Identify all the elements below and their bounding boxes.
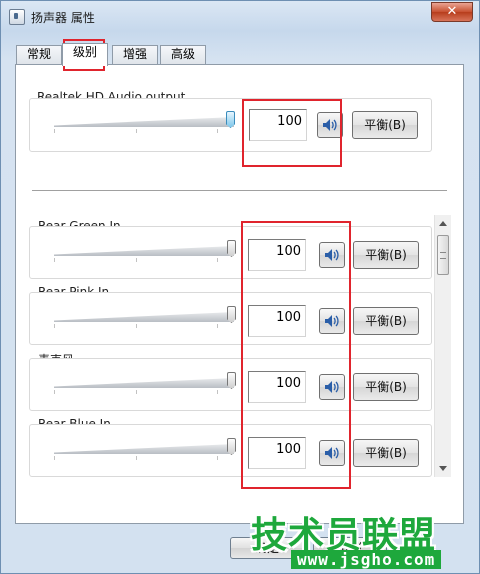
device-volume-slider[interactable] [54,306,236,332]
tab-advanced[interactable]: 高级 [160,45,206,64]
speaker-properties-icon [9,9,25,25]
levels-panel: Realtek HD Audio output 100 平衡(B) Rear G… [15,64,464,524]
highlight-box-devices [241,221,351,489]
watermark-url: www.jsgho.com [291,550,442,569]
scroll-thumb[interactable] [437,235,449,275]
device-volume-slider[interactable] [54,438,236,464]
master-level-group: 100 平衡(B) [29,98,432,152]
highlight-box-master [242,99,342,167]
device-list-scrollbar[interactable] [434,215,451,477]
device-balance-button[interactable]: 平衡(B) [353,439,419,467]
close-icon: ✕ [446,4,458,19]
device-balance-button[interactable]: 平衡(B) [353,373,419,401]
close-button[interactable]: ✕ [431,2,473,22]
speaker-properties-window: 扬声器 属性 ✕ 常规 级别 增强 高级 Realtek HD Audio ou… [0,0,480,574]
title-bar[interactable]: 扬声器 属性 ✕ [1,1,479,33]
divider [32,190,447,192]
device-level-group: 100 平衡(B) [29,226,432,279]
master-volume-slider[interactable] [54,111,235,137]
tab-enhancements[interactable]: 增强 [112,45,158,64]
tab-levels[interactable]: 级别 [62,43,108,66]
watermark: 技术员联盟 www.jsgho.com [251,506,476,571]
scroll-up-arrow-icon[interactable] [439,221,447,226]
window-title: 扬声器 属性 [31,11,95,25]
device-balance-button[interactable]: 平衡(B) [353,241,419,269]
device-level-group: 100 平衡(B) [29,292,432,345]
device-level-group: 100 平衡(B) [29,358,432,411]
scroll-down-arrow-icon[interactable] [439,466,447,471]
tab-general[interactable]: 常规 [16,45,62,64]
device-volume-slider[interactable] [54,372,236,398]
device-balance-button[interactable]: 平衡(B) [353,307,419,335]
device-level-group: 100 平衡(B) [29,424,432,477]
device-volume-slider[interactable] [54,240,236,266]
master-balance-button[interactable]: 平衡(B) [352,111,418,139]
